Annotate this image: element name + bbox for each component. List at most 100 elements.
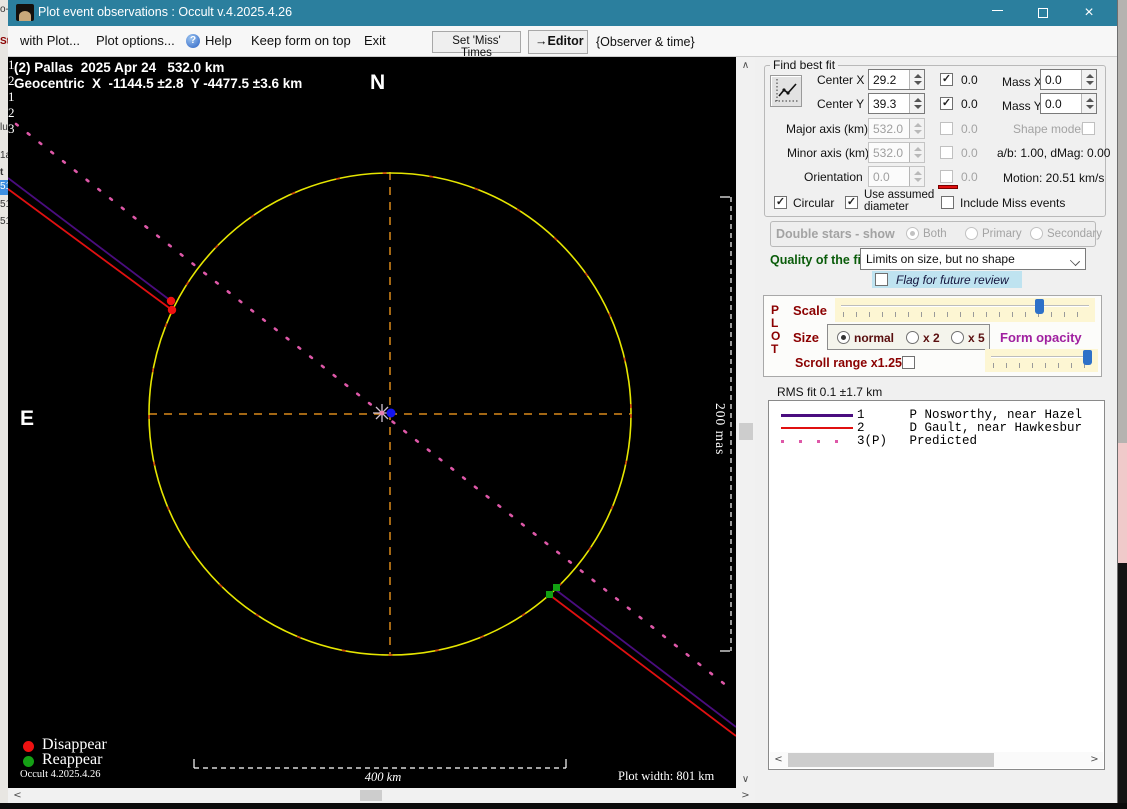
scale-slider[interactable] — [835, 298, 1095, 322]
double-primary-radio[interactable] — [965, 227, 978, 240]
flag-review-checkbox[interactable] — [875, 273, 888, 286]
size-x2-radio[interactable] — [906, 331, 919, 344]
scroll-right-arrow[interactable]: > — [737, 788, 754, 803]
plot-header-line1: (2) Pallas 2025 Apr 24 532.0 km — [14, 60, 224, 76]
best-fit-icon-button[interactable] — [770, 75, 802, 107]
size-x5-radio[interactable] — [951, 331, 964, 344]
include-miss-events-checkbox[interactable] — [941, 196, 954, 209]
menu-keep-form-on-top[interactable]: Keep form on top — [251, 33, 351, 48]
fit-major-axis-checkbox[interactable] — [940, 122, 953, 135]
fit-center-x-checkbox[interactable] — [940, 73, 953, 86]
shape-model-label: Shape model — [1013, 122, 1084, 136]
fit-minor-axis-checkbox[interactable] — [940, 146, 953, 159]
quality-of-fit-label: Quality of the fit — [770, 253, 865, 267]
mass-x-label: Mass X — [1002, 75, 1042, 89]
set-miss-times-button[interactable]: Set 'Miss' Times — [432, 31, 521, 53]
shape-model-checkbox[interactable] — [1082, 122, 1095, 135]
mass-y-spinner[interactable] — [1081, 94, 1096, 113]
scroll-left-arrow[interactable]: < — [770, 752, 787, 767]
size-normal-radio[interactable] — [837, 331, 850, 344]
plot-vertical-scrollbar[interactable]: ∧ ∨ — [737, 57, 755, 788]
center-y-spinner[interactable] — [909, 94, 924, 113]
bg-fragment: t — [0, 167, 8, 178]
orientation-input: 0.0 — [868, 166, 925, 187]
editor-button[interactable]: →Editor — [528, 30, 588, 54]
plot-letter-p: P — [771, 303, 779, 317]
scrollbar-thumb[interactable] — [788, 753, 994, 767]
background-window-right-dark — [1118, 563, 1127, 809]
minimize-button[interactable] — [975, 0, 1019, 26]
listbox-horizontal-scrollbar[interactable]: < > — [770, 752, 1103, 768]
disappear-dot-icon — [23, 741, 34, 752]
center-y-input[interactable]: 39.3 — [868, 93, 925, 114]
reappear-dot-icon — [23, 756, 34, 767]
control-panel: Find best fit Center X 29.2 0.0 Mass X 0… — [760, 57, 1110, 790]
quality-of-fit-dropdown[interactable]: Limits on size, but no shape — [860, 248, 1086, 270]
scrollbar-thumb[interactable] — [360, 790, 382, 801]
form-opacity-slider-thumb[interactable] — [1083, 350, 1092, 365]
observer-time-label: {Observer & time} — [596, 35, 695, 49]
scroll-left-arrow[interactable]: < — [9, 788, 26, 803]
background-window-right-top — [1118, 0, 1127, 443]
fit-center-x-value: 0.0 — [961, 73, 978, 87]
menu-plot-options[interactable]: Plot options... — [96, 33, 175, 48]
scroll-right-arrow[interactable]: > — [1086, 752, 1103, 767]
observer-listbox[interactable]: 1 P Nosworthy, near Hazel 2 D Gault, nea… — [768, 400, 1105, 770]
major-axis-spinner — [909, 119, 924, 138]
scroll-down-arrow[interactable]: ∨ — [737, 772, 754, 787]
main-window: Plot event observations : Occult v.4.202… — [8, 0, 1118, 803]
bg-fragment: St — [0, 36, 8, 47]
close-button[interactable]: × — [1067, 0, 1111, 26]
background-window-left — [0, 0, 8, 803]
double-both-radio[interactable] — [906, 227, 919, 240]
miss-event-color-swatch — [938, 185, 958, 189]
window-title: Plot event observations : Occult v.4.202… — [38, 5, 292, 19]
bg-fragment: 51 — [0, 181, 8, 192]
help-icon[interactable]: ? — [186, 34, 200, 48]
fit-center-y-checkbox[interactable] — [940, 97, 953, 110]
background-window-right-pink — [1118, 443, 1127, 563]
legend-reappear-label: Reappear — [42, 751, 102, 769]
scroll-up-arrow[interactable]: ∧ — [737, 58, 754, 73]
double-stars-label: Double stars - show — [776, 227, 895, 241]
circular-checkbox[interactable] — [774, 196, 787, 209]
menu-help[interactable]: Help — [205, 33, 232, 48]
use-assumed-diameter-checkbox[interactable] — [845, 196, 858, 209]
bg-fragment: 1a — [0, 150, 8, 161]
predicted-line-swatch — [781, 440, 853, 443]
rms-fit-label: RMS fit 0.1 ±1.7 km — [777, 385, 882, 399]
mass-y-input[interactable]: 0.0 — [1040, 93, 1097, 114]
mass-x-spinner[interactable] — [1081, 70, 1096, 89]
horizontal-scale-label: 400 km — [338, 770, 428, 785]
minor-axis-spinner — [909, 143, 924, 162]
chart-icon — [771, 76, 801, 106]
double-both-label: Both — [923, 228, 947, 240]
double-primary-label: Primary — [982, 228, 1022, 240]
scale-slider-thumb[interactable] — [1035, 299, 1044, 314]
bg-fragment: o- — [0, 4, 8, 15]
circular-label: Circular — [793, 196, 834, 210]
mass-x-input[interactable]: 0.0 — [1040, 69, 1097, 90]
menu-with-plot[interactable]: with Plot... — [20, 33, 80, 48]
find-best-fit-legend: Find best fit — [770, 58, 838, 72]
chord2-line-swatch — [781, 427, 853, 429]
plot-horizontal-scrollbar[interactable]: < > — [8, 788, 755, 803]
scrollbar-thumb[interactable] — [739, 423, 753, 440]
form-opacity-slider[interactable] — [985, 349, 1098, 372]
form-opacity-label: Form opacity — [1000, 330, 1082, 345]
motion-label: Motion: 20.51 km/s — [1003, 171, 1104, 185]
fit-major-axis-value: 0.0 — [961, 122, 978, 136]
chord1-line-swatch — [781, 414, 853, 417]
plot-canvas[interactable]: (2) Pallas 2025 Apr 24 532.0 km Geocentr… — [8, 57, 736, 788]
double-secondary-radio[interactable] — [1030, 227, 1043, 240]
center-x-spinner[interactable] — [909, 70, 924, 89]
desktop-bottom-strip — [0, 803, 1127, 809]
observer-row[interactable]: 3(P) Predicted — [769, 435, 1104, 448]
scroll-range-checkbox[interactable] — [902, 356, 915, 369]
maximize-button[interactable] — [1021, 0, 1065, 26]
use-assumed-diameter-label: Use assumed diameter — [864, 189, 940, 213]
fit-orientation-checkbox[interactable] — [940, 170, 953, 183]
plot-graphics — [8, 57, 736, 788]
center-x-input[interactable]: 29.2 — [868, 69, 925, 90]
menu-exit[interactable]: Exit — [364, 33, 386, 48]
